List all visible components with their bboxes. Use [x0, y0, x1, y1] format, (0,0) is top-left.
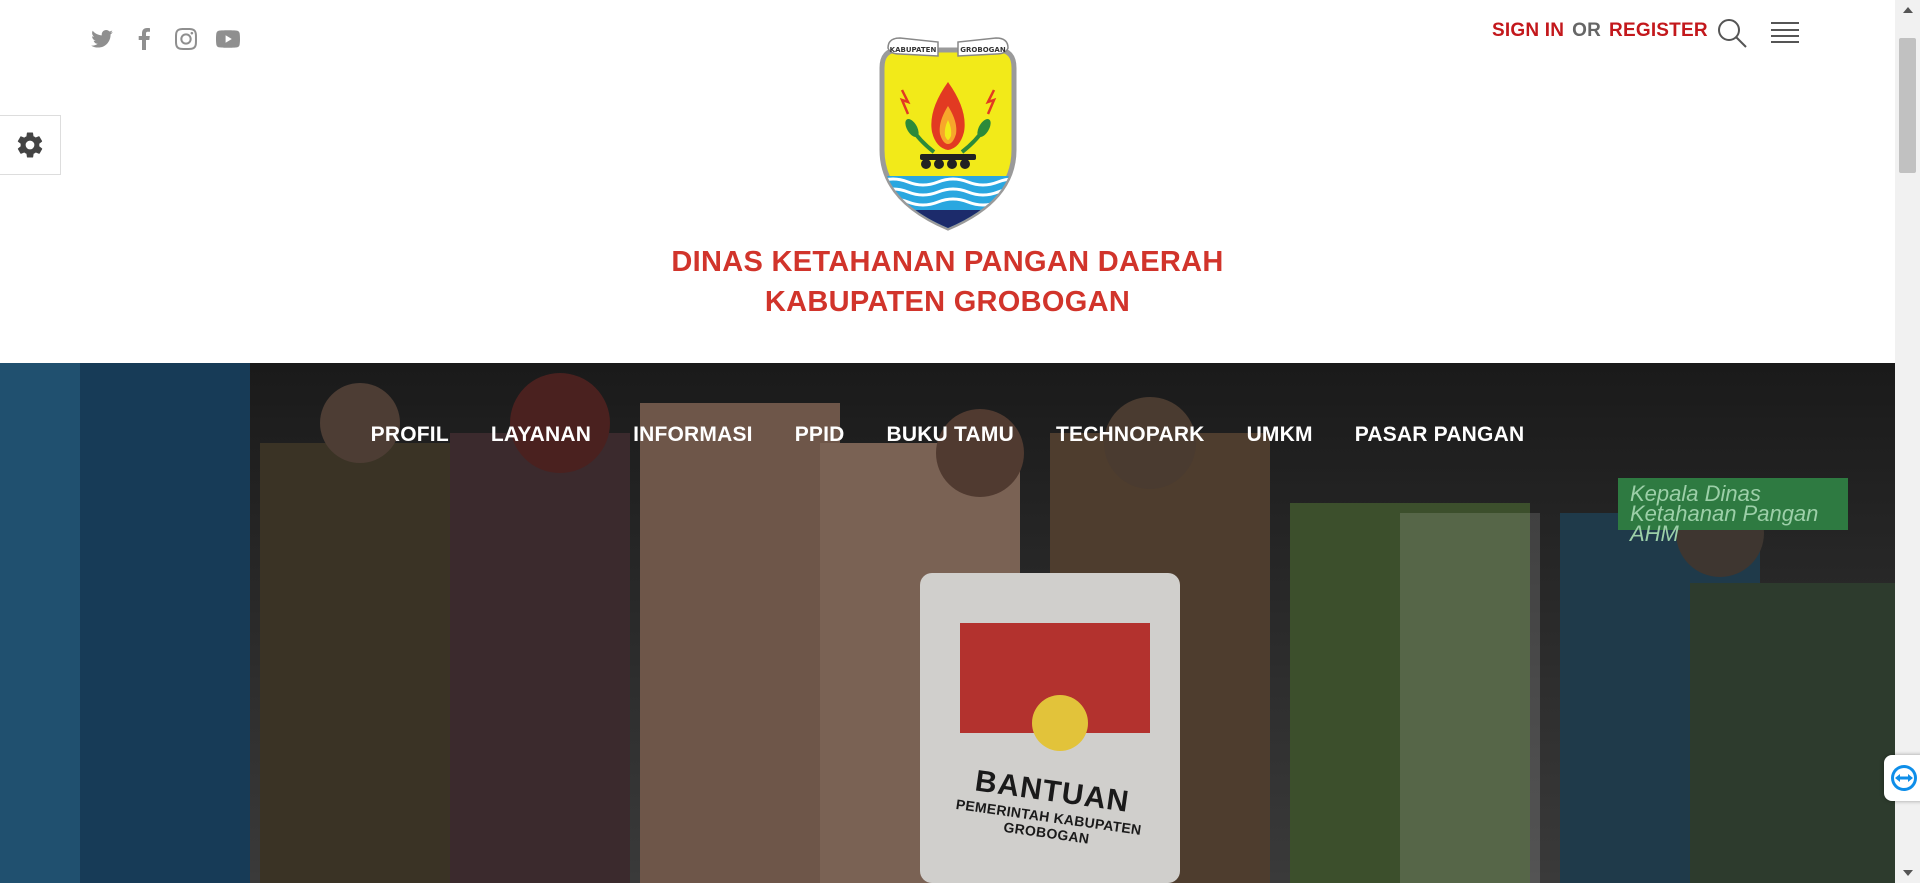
site-title-line-2: KABUPATEN GROBOGAN: [764, 286, 1131, 318]
or-separator: OR: [1572, 20, 1602, 41]
logo-lettering: KABUPATEN: [890, 46, 937, 54]
hamburger-menu-icon[interactable]: [1770, 20, 1800, 44]
nav-item-ppid[interactable]: PPID: [795, 423, 845, 447]
logo-lettering: GROBOGAN: [960, 46, 1006, 54]
auth-links: SIGN IN OR REGISTER: [1492, 20, 1708, 42]
site-title-line-1: DINAS KETAHANAN PANGAN DAERAH: [671, 246, 1224, 278]
remote-support-widget[interactable]: [1884, 755, 1920, 801]
facebook-icon[interactable]: [132, 27, 156, 51]
nav-item-umkm[interactable]: UMKM: [1247, 423, 1313, 447]
register-link[interactable]: REGISTER: [1609, 20, 1708, 42]
nav-item-layanan[interactable]: LAYANAN: [491, 423, 591, 447]
nav-item-pasar-pangan[interactable]: PASAR PANGAN: [1355, 423, 1525, 447]
site-title: DINAS KETAHANAN PANGAN DAERAH KABUPATEN …: [640, 242, 1255, 322]
instagram-icon[interactable]: [174, 27, 198, 51]
twitter-icon[interactable]: [90, 27, 114, 51]
nav-item-profil[interactable]: PROFIL: [371, 423, 449, 447]
hero-banner: Kepala Dinas Ketahanan Pangan AHM BANTUA…: [0, 363, 1895, 883]
search-icon[interactable]: [1716, 17, 1748, 49]
remote-support-icon: [1891, 765, 1917, 791]
gear-icon: [17, 132, 43, 158]
scrollbar[interactable]: [1895, 0, 1920, 883]
youtube-icon[interactable]: [216, 27, 240, 51]
nav-item-informasi[interactable]: INFORMASI: [633, 423, 753, 447]
social-links: [90, 27, 240, 51]
nav-item-technopark[interactable]: TECHNOPARK: [1056, 423, 1205, 447]
grobogan-coat-of-arms-logo[interactable]: KABUPATEN GROBOGAN: [868, 30, 1028, 235]
scroll-down-arrow-icon[interactable]: [1895, 863, 1920, 883]
sign-in-link[interactable]: SIGN IN: [1492, 20, 1564, 42]
page: SIGN IN OR REGISTER KABUPATEN GROBOGAN D…: [0, 0, 1895, 883]
settings-button[interactable]: [0, 115, 61, 175]
scrollbar-thumb[interactable]: [1899, 38, 1916, 173]
hero-sign-text: AHM: [1630, 521, 1679, 546]
hero-sign: Kepala Dinas Ketahanan Pangan AHM: [1618, 478, 1848, 545]
hero-sign-text: Kepala Dinas Ketahanan Pangan: [1630, 481, 1819, 526]
nav-item-buku-tamu[interactable]: BUKU TAMU: [887, 423, 1014, 447]
main-nav: PROFIL LAYANAN INFORMASI PPID BUKU TAMU …: [0, 423, 1895, 447]
scroll-up-arrow-icon[interactable]: [1895, 0, 1920, 20]
